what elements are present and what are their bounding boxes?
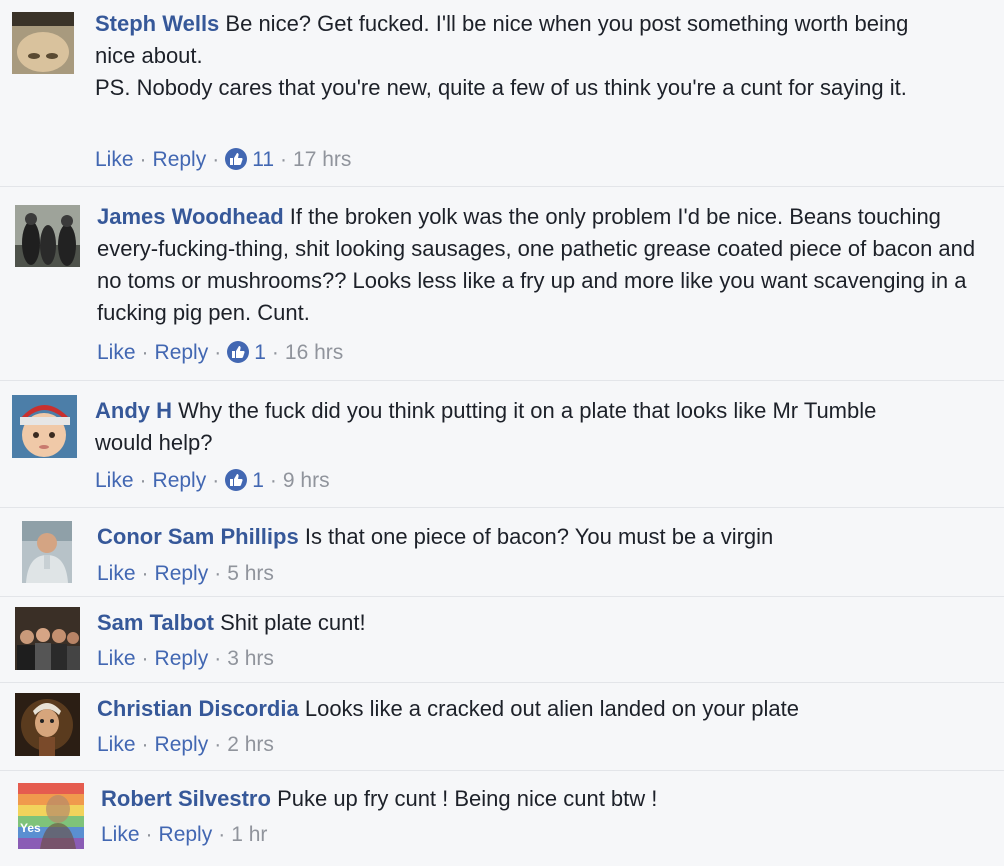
reply-link[interactable]: Reply <box>155 733 209 756</box>
comment-text: Puke up fry cunt ! Being nice cunt btw ! <box>277 786 658 811</box>
divider <box>0 380 1004 381</box>
like-link[interactable]: Like <box>95 148 134 171</box>
like-link[interactable]: Like <box>101 823 140 846</box>
avatar-badge: Yes <box>20 821 41 835</box>
divider <box>0 186 1004 187</box>
like-link[interactable]: Like <box>97 562 136 585</box>
like-link[interactable]: Like <box>95 469 134 492</box>
avatar[interactable] <box>22 521 72 583</box>
like-link[interactable]: Like <box>97 733 136 756</box>
like-link[interactable]: Like <box>97 341 136 364</box>
author-name[interactable]: Andy H <box>95 398 172 423</box>
comment-body: Robert Silvestro Puke up fry cunt ! Bein… <box>101 783 981 815</box>
reply-link[interactable]: Reply <box>155 562 209 585</box>
separator: · <box>139 148 147 171</box>
separator: · <box>141 341 149 364</box>
timestamp[interactable]: 5 hrs <box>227 562 274 585</box>
divider <box>0 507 1004 508</box>
comment-actions: Like · Reply · 3 hrs <box>97 645 274 673</box>
reply-link[interactable]: Reply <box>155 647 209 670</box>
timestamp[interactable]: 1 hr <box>231 823 267 846</box>
like-link[interactable]: Like <box>97 647 136 670</box>
reaction-count[interactable]: 1 <box>254 341 266 364</box>
author-name[interactable]: Robert Silvestro <box>101 786 271 811</box>
comment-text: Why the fuck did you think putting it on… <box>95 398 877 455</box>
avatar[interactable] <box>15 693 80 756</box>
thumbs-up-icon[interactable] <box>225 469 248 491</box>
avatar[interactable] <box>12 395 77 458</box>
timestamp[interactable]: 2 hrs <box>227 733 274 756</box>
separator: · <box>214 562 222 585</box>
reply-link[interactable]: Reply <box>159 823 213 846</box>
separator: · <box>141 562 149 585</box>
author-name[interactable]: Conor Sam Phillips <box>97 524 299 549</box>
comment-actions: Like · Reply · 1 · 9 hrs <box>95 467 330 495</box>
comment-actions: Like · Reply · 1 · 16 hrs <box>97 339 343 367</box>
separator: · <box>145 823 153 846</box>
comment-actions: Like · Reply · 2 hrs <box>97 731 274 759</box>
thumbs-up-icon[interactable] <box>225 148 248 170</box>
divider <box>0 682 1004 683</box>
avatar[interactable] <box>15 607 80 670</box>
comment-text: Looks like a cracked out alien landed on… <box>304 696 799 721</box>
comment-text: Is that one piece of bacon? You must be … <box>304 524 774 549</box>
separator: · <box>212 148 220 171</box>
thumbs-up-icon[interactable] <box>227 341 250 363</box>
author-name[interactable]: Steph Wells <box>95 11 219 36</box>
author-name[interactable]: Christian Discordia <box>97 696 299 721</box>
comment-actions: Like · Reply · 5 hrs <box>97 560 274 588</box>
separator: · <box>214 647 222 670</box>
comment-body: Conor Sam Phillips Is that one piece of … <box>97 521 977 553</box>
comment-actions: Like · Reply · 11 · 17 hrs <box>95 146 351 174</box>
comment-text-2: PS. Nobody cares that you're new, quite … <box>95 75 907 100</box>
timestamp[interactable]: 16 hrs <box>285 341 343 364</box>
comment-body: Steph Wells Be nice? Get fucked. I'll be… <box>95 8 945 104</box>
separator: · <box>214 341 222 364</box>
separator: · <box>218 823 226 846</box>
separator: · <box>214 733 222 756</box>
author-name[interactable]: Sam Talbot <box>97 610 214 635</box>
avatar[interactable]: Yes <box>18 783 84 849</box>
separator: · <box>141 733 149 756</box>
comment-body: Christian Discordia Looks like a cracked… <box>97 693 977 725</box>
separator: · <box>271 341 279 364</box>
separator: · <box>269 469 277 492</box>
separator: · <box>212 469 220 492</box>
comment-body: James Woodhead If the broken yolk was th… <box>97 201 977 329</box>
reaction-count[interactable]: 1 <box>252 469 264 492</box>
reply-link[interactable]: Reply <box>155 341 209 364</box>
comment-body: Andy H Why the fuck did you think puttin… <box>95 395 895 459</box>
reply-link[interactable]: Reply <box>153 469 207 492</box>
author-name[interactable]: James Woodhead <box>97 204 284 229</box>
comment-actions: Like · Reply · 1 hr <box>101 821 267 849</box>
avatar[interactable] <box>12 12 74 74</box>
avatar[interactable] <box>15 205 80 267</box>
reply-link[interactable]: Reply <box>153 148 207 171</box>
comment-text: Shit plate cunt! <box>220 610 366 635</box>
timestamp[interactable]: 9 hrs <box>283 469 330 492</box>
timestamp[interactable]: 17 hrs <box>293 148 351 171</box>
timestamp[interactable]: 3 hrs <box>227 647 274 670</box>
comment-body: Sam Talbot Shit plate cunt! <box>97 607 977 639</box>
reaction-count[interactable]: 11 <box>252 148 274 171</box>
divider <box>0 596 1004 597</box>
separator: · <box>141 647 149 670</box>
divider <box>0 770 1004 771</box>
separator: · <box>280 148 288 171</box>
separator: · <box>139 469 147 492</box>
